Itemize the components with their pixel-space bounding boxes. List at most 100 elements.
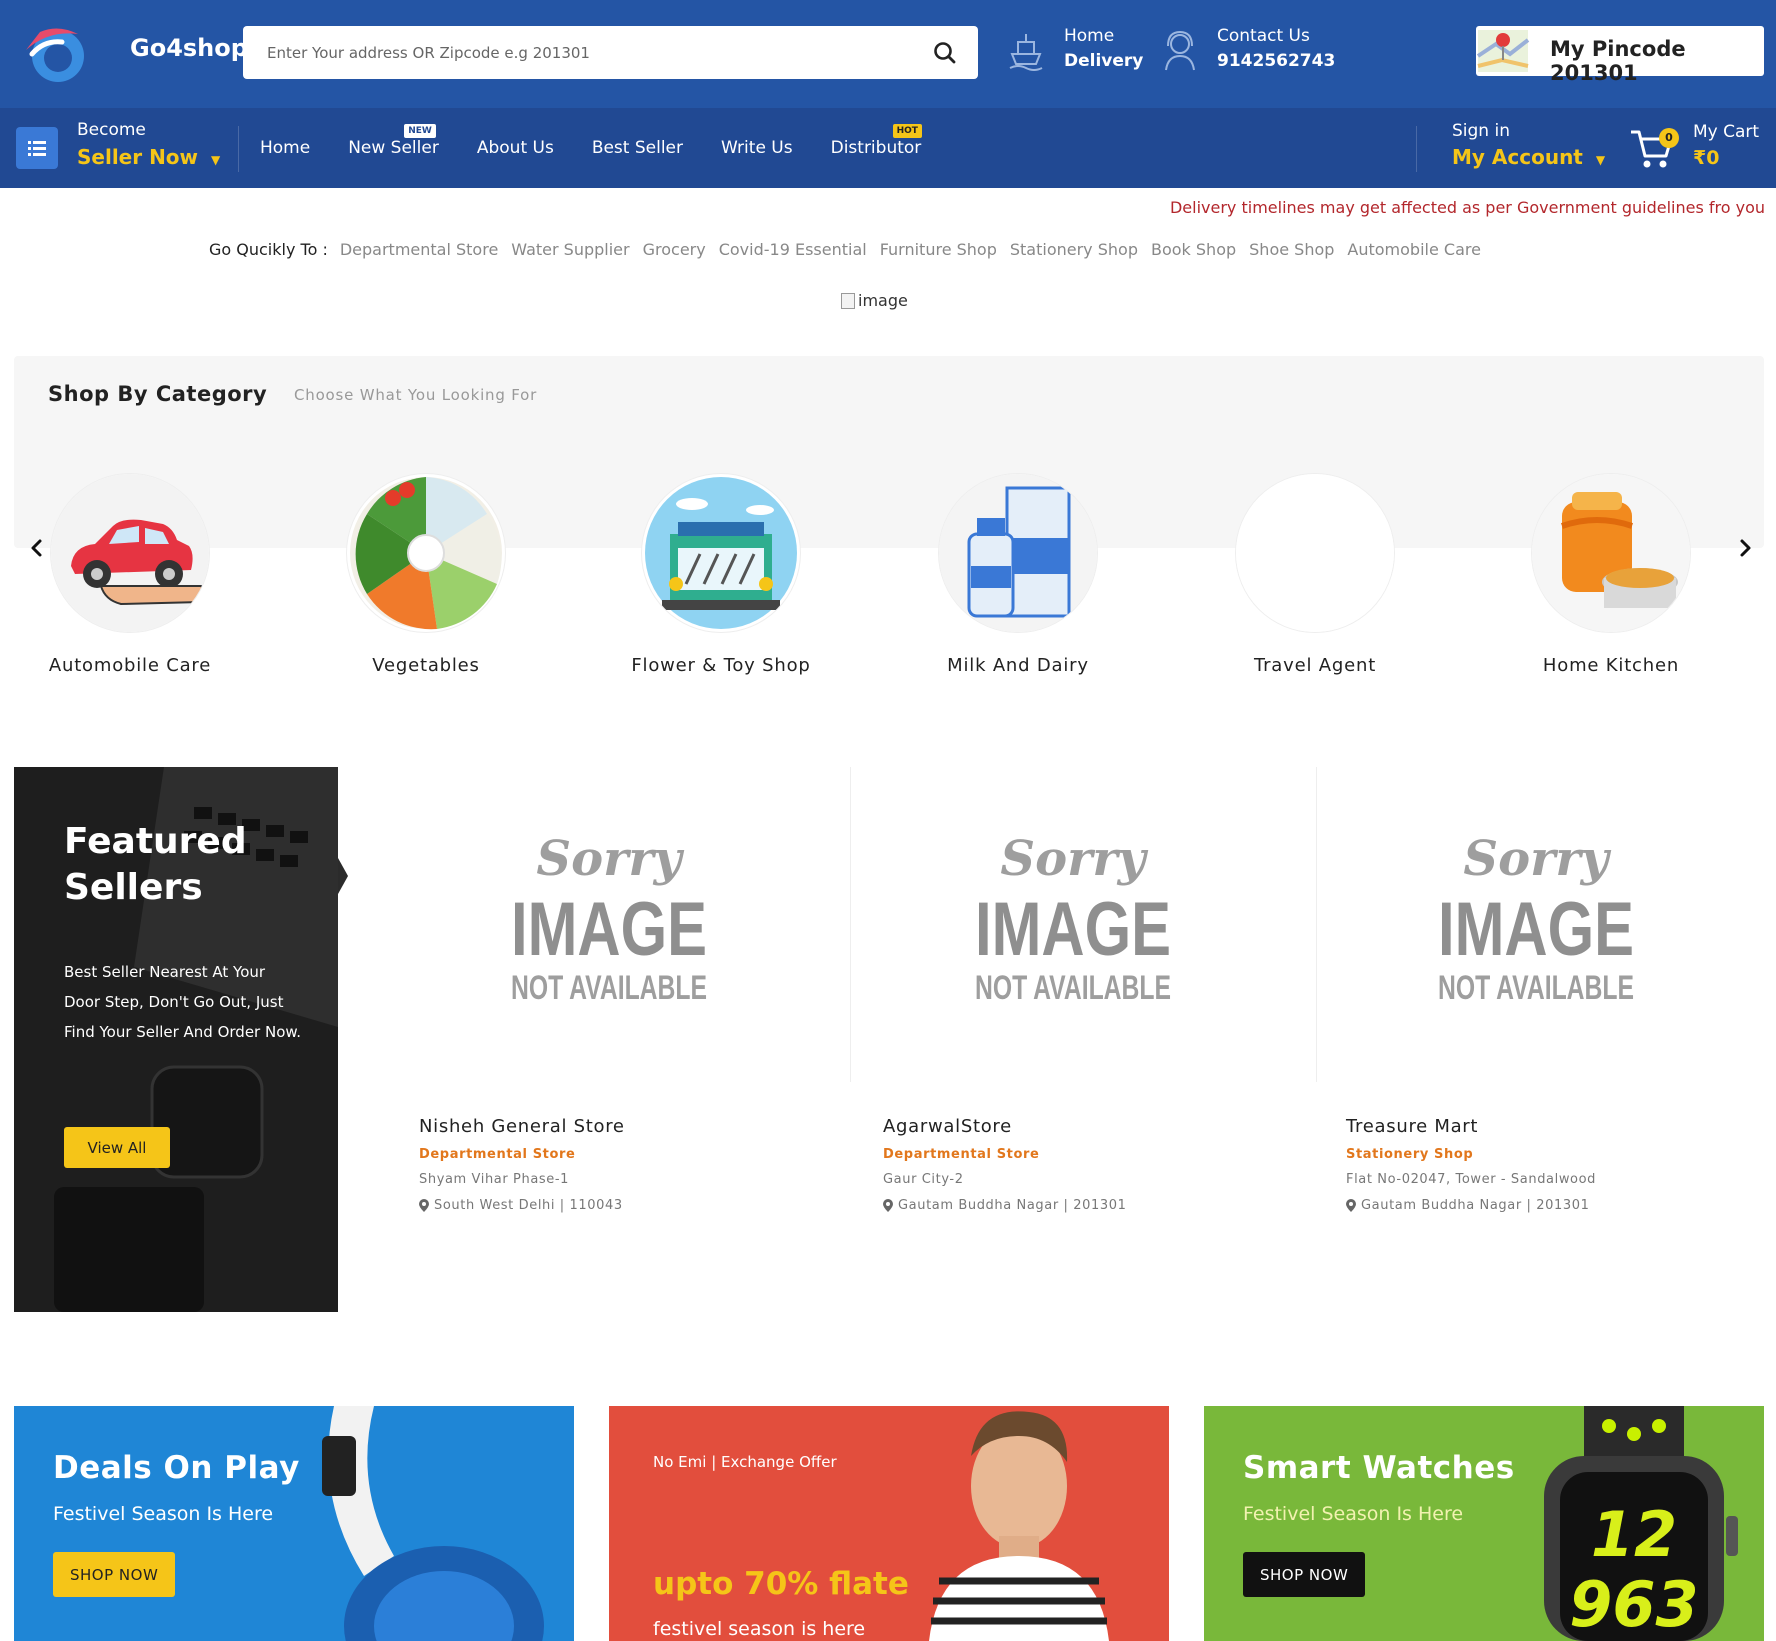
promo-subtitle: Festivel Season Is Here	[1243, 1503, 1464, 1525]
go4shop-logo-icon[interactable]	[18, 20, 90, 84]
card-divider	[850, 767, 851, 1082]
category-label: Home Kitchen	[1542, 655, 1680, 676]
pincode-button[interactable]: My Pincode 201301	[1476, 26, 1764, 85]
nav-write-us[interactable]: Write Us	[721, 108, 793, 188]
quick-link[interactable]: Shoe Shop	[1249, 240, 1334, 259]
nav-home[interactable]: Home	[260, 108, 310, 188]
shop-now-button[interactable]: SHOP NOW	[1243, 1552, 1366, 1597]
car-icon	[51, 474, 209, 632]
seller-address: Gaur City-2	[883, 1172, 964, 1187]
seller-now-dropdown[interactable]: Seller Now ▼	[77, 145, 220, 169]
quick-link[interactable]: Covid-19 Essential	[719, 240, 867, 259]
promo-banner-smart-watches[interactable]: 12 963 Smart Watches Festivel Season Is …	[1204, 1406, 1764, 1641]
category-item-flower-toy-shop[interactable]: Flower & Toy Shop	[606, 474, 826, 684]
category-menu-button[interactable]	[16, 127, 58, 169]
quick-link[interactable]: Departmental Store	[340, 240, 498, 259]
top-header: Go4shop Home Delivery Contact Us 9142562…	[0, 0, 1776, 108]
quick-link[interactable]: Furniture Shop	[880, 240, 997, 259]
seller-card[interactable]: Sorry IMAGE NOT AVAILABLE Treasure Mart …	[1346, 767, 1776, 1247]
category-label: Milk And Dairy	[947, 655, 1089, 676]
toy-shop-icon	[645, 477, 797, 629]
pincode-label: My Pincode 201301	[1550, 37, 1686, 85]
seller-location: South West Delhi | 110043	[419, 1198, 623, 1213]
model-image	[929, 1411, 1109, 1641]
placeholder-text: IMAGE	[1438, 887, 1634, 972]
main-nav: Become Seller Now ▼ Home NEW New Seller A…	[0, 108, 1776, 188]
quick-link[interactable]: Stationery Shop	[1010, 240, 1138, 259]
image-not-available-placeholder: Sorry IMAGE NOT AVAILABLE	[1438, 831, 1634, 1007]
new-badge: NEW	[404, 124, 436, 138]
promo-banner-deals-on-play[interactable]: Deals On Play Festivel Season Is Here SH…	[14, 1406, 574, 1641]
seller-category: Departmental Store	[883, 1147, 1040, 1162]
seller-name[interactable]: Treasure Mart	[1346, 1116, 1478, 1137]
seller-address: Flat No-02047, Tower - Sandalwood	[1346, 1172, 1597, 1187]
nav-about-label: About Us	[476, 138, 554, 158]
category-item-home-kitchen[interactable]: Home Kitchen	[1496, 474, 1716, 684]
cart-label[interactable]: My Cart	[1693, 122, 1759, 142]
card-divider	[1316, 767, 1317, 1082]
placeholder-text: Sorry	[536, 831, 684, 887]
promo-banner-exchange-offer[interactable]: No Emi | Exchange Offer upto 70% flate f…	[609, 1406, 1169, 1641]
contact-phone[interactable]: 9142562743	[1217, 49, 1335, 74]
seller-name[interactable]: Nisheh General Store	[419, 1116, 625, 1137]
category-item-travel-agent[interactable]: Travel Agent	[1200, 474, 1420, 684]
search-icon[interactable]	[932, 40, 958, 66]
cart-count-badge: 0	[1659, 128, 1679, 148]
svg-text:963: 963	[1569, 1568, 1698, 1641]
nav-new-seller-label: New Seller	[348, 138, 439, 158]
shop-now-button[interactable]: SHOP NOW	[53, 1552, 176, 1597]
seller-name[interactable]: AgarwalStore	[883, 1116, 1012, 1137]
search-input[interactable]	[267, 26, 907, 79]
home-delivery-line2: Delivery	[1064, 51, 1144, 71]
contact-us[interactable]: Contact Us 9142562743	[1217, 24, 1335, 74]
view-all-button[interactable]: View All	[64, 1127, 170, 1168]
quick-link[interactable]: Automobile Care	[1347, 240, 1481, 259]
featured-sellers-text: Best Seller Nearest At Your Door Step, D…	[64, 963, 302, 1041]
seller-location-text: Gautam Buddha Nagar | 201301	[898, 1198, 1127, 1213]
category-subtitle: Choose What You Looking For	[294, 386, 538, 404]
seller-category: Departmental Store	[419, 1147, 576, 1162]
seller-location: Gautam Buddha Nagar | 201301	[883, 1198, 1126, 1213]
map-pin-icon	[1476, 30, 1530, 72]
seller-card[interactable]: Sorry IMAGE NOT AVAILABLE AgarwalStore D…	[883, 767, 1313, 1247]
nav-distributor[interactable]: HOT Distributor	[831, 108, 922, 188]
seller-address: Shyam Vihar Phase-1	[419, 1172, 570, 1187]
quick-links-title: Go Qucikly To :	[209, 240, 328, 259]
quick-link[interactable]: Grocery	[643, 240, 706, 259]
placeholder-text: NOT AVAILABLE	[511, 969, 707, 1007]
promo-subtitle: festivel season is here	[653, 1618, 866, 1640]
quick-link[interactable]: Water Supplier	[511, 240, 629, 259]
headphones-image	[322, 1406, 544, 1641]
placeholder-text: IMAGE	[511, 887, 707, 972]
my-account-dropdown[interactable]: My Account ▼	[1452, 145, 1605, 169]
category-item-milk-and-dairy[interactable]: Milk And Dairy	[903, 474, 1123, 684]
image-not-available-placeholder: Sorry IMAGE NOT AVAILABLE	[975, 831, 1171, 1007]
delivery-ship-icon	[1009, 34, 1043, 71]
category-image	[642, 474, 800, 632]
kitchen-icon	[1532, 474, 1690, 632]
location-pin-icon	[883, 1199, 893, 1212]
brand-name[interactable]: Go4shop	[130, 34, 248, 62]
nav-new-seller[interactable]: NEW New Seller	[348, 108, 439, 188]
nav-about-us[interactable]: About Us	[477, 108, 554, 188]
nav-home-label: Home	[260, 138, 311, 158]
promo-subtitle: Festivel Season Is Here	[53, 1503, 274, 1525]
cart-total: ₹0	[1693, 147, 1720, 169]
quick-link[interactable]: Book Shop	[1151, 240, 1236, 259]
category-image	[347, 474, 505, 632]
broken-banner-image[interactable]: image	[841, 291, 908, 310]
placeholder-text: Sorry	[1000, 831, 1148, 887]
category-item-vegetables[interactable]: Vegetables	[311, 474, 531, 684]
placeholder-text: NOT AVAILABLE	[1438, 969, 1634, 1007]
sign-in-label[interactable]: Sign in	[1452, 121, 1510, 141]
nav-divider	[238, 126, 239, 172]
nav-best-seller[interactable]: Best Seller	[592, 108, 683, 188]
carousel-next-icon[interactable]	[1733, 536, 1757, 560]
seller-card[interactable]: Sorry IMAGE NOT AVAILABLE Nisheh General…	[419, 767, 849, 1247]
placeholder-text: IMAGE	[975, 887, 1171, 972]
seller-location: Gautam Buddha Nagar | 201301	[1346, 1198, 1589, 1213]
caret-down-icon: ▼	[211, 153, 221, 167]
category-item-automobile-care[interactable]: Automobile Care	[15, 474, 235, 684]
nav-write-us-label: Write Us	[721, 138, 793, 158]
category-label: Flower & Toy Shop	[631, 655, 811, 676]
